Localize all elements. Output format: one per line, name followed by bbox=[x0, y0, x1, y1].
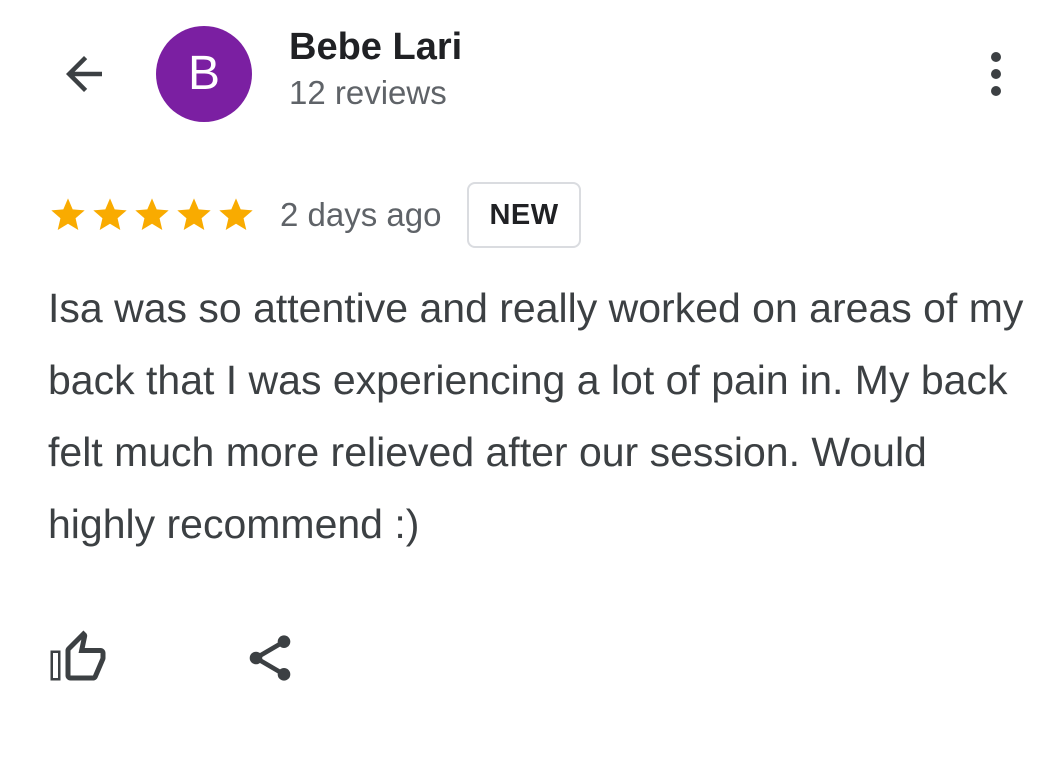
review-meta: 2 days ago NEW bbox=[48, 182, 581, 248]
review-text: Isa was so attentive and really worked o… bbox=[48, 285, 1024, 547]
avatar[interactable]: B bbox=[156, 26, 252, 122]
review-actions bbox=[0, 612, 1064, 702]
share-button[interactable] bbox=[230, 620, 310, 696]
star-icon bbox=[90, 195, 130, 235]
new-badge: NEW bbox=[467, 182, 581, 248]
reviewer-name: Bebe Lari bbox=[289, 26, 463, 68]
more-vertical-icon-dot bbox=[991, 69, 1001, 79]
more-vertical-icon-dot bbox=[991, 86, 1001, 96]
reviewer-info[interactable]: Bebe Lari 12 reviews bbox=[289, 24, 462, 116]
avatar-letter: B bbox=[187, 47, 220, 100]
star-icon bbox=[174, 195, 214, 235]
like-button[interactable] bbox=[38, 620, 118, 696]
star-icon bbox=[132, 195, 172, 235]
review-header: B Bebe Lari 12 reviews bbox=[0, 0, 1064, 150]
back-button[interactable] bbox=[52, 44, 116, 104]
review-count: 12 reviews bbox=[289, 74, 447, 111]
star-rating bbox=[48, 195, 256, 235]
more-options-button[interactable] bbox=[966, 38, 1026, 110]
more-vertical-icon-dot bbox=[991, 52, 1001, 62]
review-time: 2 days ago bbox=[280, 196, 442, 233]
star-icon bbox=[216, 195, 256, 235]
star-icon bbox=[48, 195, 88, 235]
thumbs-up-icon bbox=[50, 630, 106, 681]
share-icon bbox=[249, 635, 291, 681]
arrow-left-icon bbox=[66, 56, 102, 92]
